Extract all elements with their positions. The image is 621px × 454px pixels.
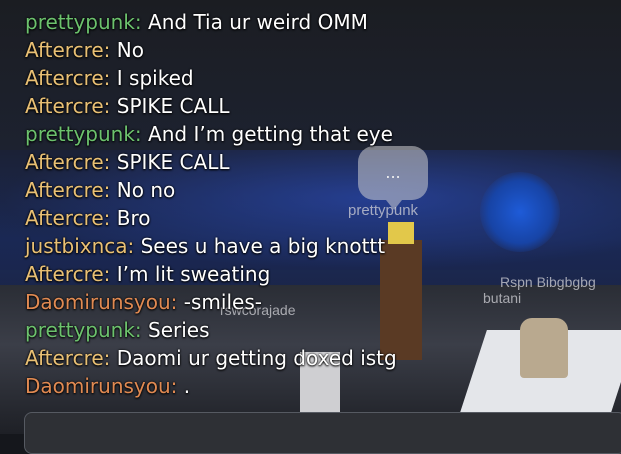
chat-message: prettypunk: And I’m getting that eye	[25, 120, 615, 148]
chat-speaker: Aftercre:	[25, 150, 111, 174]
chat-speaker: Aftercre:	[25, 262, 111, 286]
chat-message: Aftercre: SPIKE CALL	[25, 92, 615, 120]
chat-speaker: Aftercre:	[25, 38, 111, 62]
chat-message: Daomirunsyou: .	[25, 372, 615, 400]
chat-text: Series	[141, 318, 210, 342]
chat-text: SPIKE CALL	[110, 94, 230, 118]
chat-text: Sees u have a big knottt	[134, 234, 386, 258]
chat-text: I spiked	[110, 66, 194, 90]
chat-message: Aftercre: SPIKE CALL	[25, 148, 615, 176]
chat-speaker: Aftercre:	[25, 66, 111, 90]
chat-message: prettypunk: Series	[25, 316, 615, 344]
chat-text: .	[177, 374, 191, 398]
chat-speaker: Aftercre:	[25, 178, 111, 202]
chat-text: -smiles-	[177, 290, 262, 314]
chat-text: And Tia ur weird OMM	[141, 10, 368, 34]
chat-message: Daomirunsyou: -smiles-	[25, 288, 615, 316]
chat-speaker: Daomirunsyou:	[25, 290, 178, 314]
chat-input-bar[interactable]	[24, 412, 621, 454]
chat-message: Aftercre: Daomi ur getting doxed istg	[25, 344, 615, 372]
chat-speaker: Aftercre:	[25, 94, 111, 118]
chat-log[interactable]: prettypunk: And Tia ur weird OMM Aftercr…	[25, 8, 615, 400]
chat-speaker: Aftercre:	[25, 346, 111, 370]
chat-speaker: prettypunk:	[25, 10, 142, 34]
chat-message: Aftercre: No	[25, 36, 615, 64]
chat-message: Aftercre: I’m lit sweating	[25, 260, 615, 288]
chat-text: I’m lit sweating	[110, 262, 271, 286]
chat-text: Daomi ur getting doxed istg	[110, 346, 397, 370]
chat-message: Aftercre: I spiked	[25, 64, 615, 92]
chat-message: prettypunk: And Tia ur weird OMM	[25, 8, 615, 36]
chat-text: No	[110, 38, 144, 62]
chat-text: SPIKE CALL	[110, 150, 230, 174]
chat-speaker: justbixnca:	[25, 234, 135, 258]
chat-text: And I’m getting that eye	[141, 122, 393, 146]
chat-message: Aftercre: No no	[25, 176, 615, 204]
chat-message: Aftercre: Bro	[25, 204, 615, 232]
chat-text: No no	[110, 178, 176, 202]
chat-message: justbixnca: Sees u have a big knottt	[25, 232, 615, 260]
chat-speaker: prettypunk:	[25, 318, 142, 342]
chat-speaker: Daomirunsyou:	[25, 374, 178, 398]
chat-text: Bro	[110, 206, 151, 230]
chat-speaker: prettypunk:	[25, 122, 142, 146]
chat-speaker: Aftercre:	[25, 206, 111, 230]
